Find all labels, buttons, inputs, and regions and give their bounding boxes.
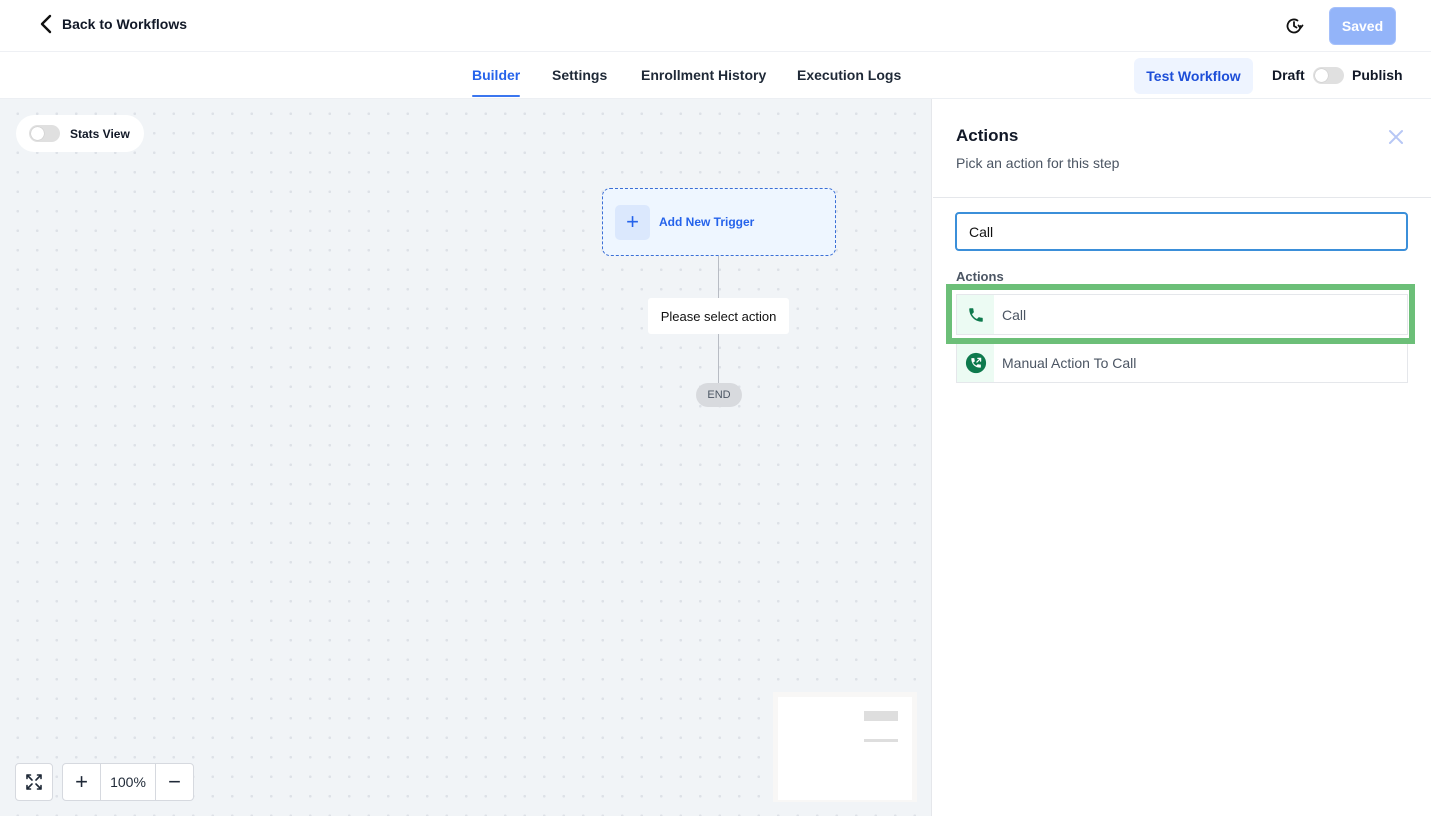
minimap[interactable] bbox=[773, 692, 917, 802]
action-item-label: Manual Action To Call bbox=[1002, 354, 1137, 371]
zoom-level: 100% bbox=[100, 764, 156, 800]
connector-line bbox=[718, 334, 719, 383]
divider bbox=[933, 197, 1431, 198]
back-to-workflows-link[interactable]: Back to Workflows bbox=[38, 14, 187, 34]
tab-execution-logs[interactable]: Execution Logs bbox=[797, 67, 901, 83]
tab-builder[interactable]: Builder bbox=[472, 67, 521, 97]
action-item-label: Call bbox=[1002, 306, 1027, 323]
top-bar: Back to Workflows Saved bbox=[0, 0, 1431, 52]
manual-call-icon bbox=[957, 343, 994, 382]
test-workflow-button[interactable]: Test Workflow bbox=[1134, 58, 1253, 94]
phone-icon bbox=[957, 295, 994, 334]
action-search-input[interactable] bbox=[955, 212, 1408, 251]
panel-subtitle: Pick an action for this step bbox=[956, 155, 1120, 171]
actions-panel: Actions Pick an action for this step Act… bbox=[933, 99, 1431, 816]
tab-enrollment-history[interactable]: Enrollment History bbox=[641, 67, 766, 83]
actions-section-label: Actions bbox=[956, 269, 1004, 284]
end-node: END bbox=[696, 383, 742, 407]
zoom-controls: + 100% − bbox=[62, 763, 194, 801]
tab-bar: Builder Settings Enrollment History Exec… bbox=[0, 52, 1431, 99]
action-item-call[interactable]: Call bbox=[956, 294, 1408, 335]
add-trigger-label: Add New Trigger bbox=[659, 215, 755, 229]
zoom-out-button[interactable]: − bbox=[156, 764, 193, 800]
plus-icon: + bbox=[615, 204, 650, 240]
minimap-viewport bbox=[778, 697, 912, 800]
stats-view-toggle[interactable] bbox=[29, 125, 60, 142]
draft-label: Draft bbox=[1272, 67, 1305, 83]
fit-view-button[interactable] bbox=[15, 763, 53, 801]
close-icon[interactable] bbox=[1387, 128, 1405, 146]
tab-settings[interactable]: Settings bbox=[552, 67, 607, 83]
publish-label: Publish bbox=[1352, 67, 1403, 83]
minimap-node bbox=[864, 711, 898, 721]
saved-button[interactable]: Saved bbox=[1329, 7, 1396, 45]
stats-view-control: Stats View bbox=[16, 115, 144, 152]
back-label: Back to Workflows bbox=[62, 16, 187, 32]
add-trigger-node[interactable]: + Add New Trigger bbox=[602, 188, 836, 256]
zoom-in-button[interactable]: + bbox=[63, 764, 100, 800]
panel-title: Actions bbox=[956, 126, 1019, 145]
stats-view-label: Stats View bbox=[70, 126, 130, 141]
history-icon[interactable] bbox=[1284, 16, 1304, 36]
publish-toggle[interactable] bbox=[1313, 67, 1344, 84]
expand-icon bbox=[26, 774, 42, 790]
connector-line bbox=[718, 256, 719, 298]
select-action-node[interactable]: Please select action bbox=[648, 298, 789, 334]
action-item-manual-call[interactable]: Manual Action To Call bbox=[956, 342, 1408, 383]
chevron-left-icon bbox=[40, 14, 52, 34]
workflow-canvas[interactable]: Stats View + Add New Trigger Please sele… bbox=[0, 99, 932, 816]
minimap-node bbox=[864, 739, 898, 742]
